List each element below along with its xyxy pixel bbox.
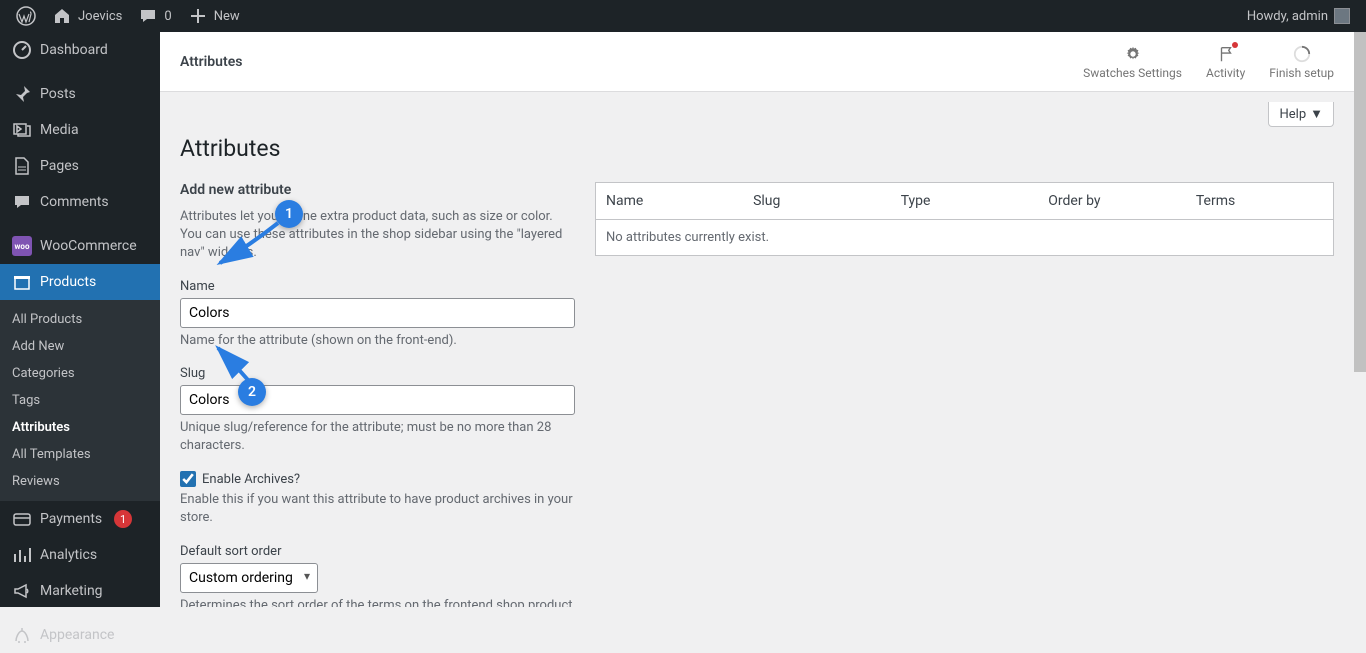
- submenu-all-products[interactable]: All Products: [0, 306, 160, 333]
- menu-pages[interactable]: Pages: [0, 148, 160, 184]
- help-tab[interactable]: Help ▼: [1268, 102, 1334, 127]
- menu-appearance[interactable]: Appearance: [0, 617, 160, 653]
- submenu-products: All Products Add New Categories Tags Att…: [0, 300, 160, 501]
- submenu-add-new[interactable]: Add New: [0, 333, 160, 360]
- avatar: [1334, 8, 1350, 24]
- menu-analytics[interactable]: Analytics: [0, 537, 160, 573]
- menu-payments[interactable]: Payments 1: [0, 501, 160, 537]
- menu-label: Appearance: [40, 627, 114, 643]
- site-link[interactable]: Joevics: [44, 0, 130, 32]
- scrollbar[interactable]: [1354, 32, 1366, 607]
- main-content: Attributes Swatches Settings Activity: [160, 32, 1354, 607]
- media-icon: [12, 120, 32, 140]
- admin-bar: Joevics 0 New Howdy, admin: [0, 0, 1366, 32]
- swatches-settings-button[interactable]: Swatches Settings: [1083, 44, 1182, 80]
- menu-media[interactable]: Media: [0, 112, 160, 148]
- submenu-all-templates[interactable]: All Templates: [0, 441, 160, 468]
- pin-icon: [12, 84, 32, 104]
- action-label: Swatches Settings: [1083, 66, 1182, 80]
- activity-button[interactable]: Activity: [1206, 44, 1245, 80]
- payments-badge: 1: [114, 510, 132, 528]
- wp-logo[interactable]: [8, 0, 44, 32]
- analytics-icon: [12, 545, 32, 565]
- marketing-icon: [12, 581, 32, 601]
- action-label: Finish setup: [1269, 66, 1334, 80]
- th-slug: Slug: [743, 183, 891, 220]
- topbar-title: Attributes: [180, 54, 242, 70]
- new-label: New: [214, 9, 240, 24]
- dashboard-icon: [12, 40, 32, 60]
- empty-row: No attributes currently exist.: [596, 220, 1334, 256]
- sort-select[interactable]: Custom ordering: [180, 563, 318, 593]
- menu-label: Analytics: [40, 547, 97, 563]
- submenu-tags[interactable]: Tags: [0, 387, 160, 414]
- admin-sidebar: Dashboard Posts Media Pages Comments woo…: [0, 32, 160, 607]
- submenu-categories[interactable]: Categories: [0, 360, 160, 387]
- home-icon: [52, 6, 72, 26]
- menu-label: Posts: [40, 86, 76, 102]
- menu-label: Payments: [40, 511, 102, 527]
- slug-label: Slug: [180, 366, 575, 381]
- archives-checkbox[interactable]: [180, 471, 196, 487]
- woo-icon: woo: [12, 236, 32, 256]
- wordpress-icon: [16, 6, 36, 26]
- th-orderby: Order by: [1038, 183, 1186, 220]
- sort-hint: Determines the sort order of the terms o…: [180, 597, 575, 608]
- flag-icon: [1216, 44, 1236, 64]
- scrollbar-thumb[interactable]: [1354, 32, 1366, 372]
- plus-icon: [188, 6, 208, 26]
- name-input[interactable]: [180, 298, 575, 328]
- menu-label: Pages: [40, 158, 79, 174]
- form-section-title: Add new attribute: [180, 182, 575, 198]
- attributes-table: Name Slug Type Order by Terms No attribu…: [595, 182, 1334, 256]
- menu-dashboard[interactable]: Dashboard: [0, 32, 160, 68]
- menu-label: Marketing: [40, 583, 103, 599]
- menu-label: Media: [40, 122, 79, 138]
- howdy-text: Howdy, admin: [1247, 9, 1328, 24]
- menu-posts[interactable]: Posts: [0, 76, 160, 112]
- comments-count: 0: [164, 9, 171, 24]
- progress-icon: [1292, 44, 1312, 64]
- th-name: Name: [596, 183, 744, 220]
- appearance-icon: [12, 625, 32, 645]
- slug-hint: Unique slug/reference for the attribute;…: [180, 419, 575, 455]
- gear-icon: [1123, 44, 1143, 64]
- products-icon: [12, 272, 32, 292]
- menu-woocommerce[interactable]: woo WooCommerce: [0, 228, 160, 264]
- menu-comments[interactable]: Comments: [0, 184, 160, 220]
- page-title: Attributes: [180, 135, 1334, 162]
- chevron-down-icon: ▼: [1310, 106, 1323, 122]
- form-section-desc: Attributes let you define extra product …: [180, 208, 575, 263]
- page-topbar: Attributes Swatches Settings Activity: [160, 32, 1354, 92]
- site-name: Joevics: [78, 9, 122, 24]
- comment-icon: [12, 192, 32, 212]
- pages-icon: [12, 156, 32, 176]
- add-attribute-form: Add new attribute Attributes let you def…: [180, 182, 575, 607]
- new-link[interactable]: New: [180, 0, 248, 32]
- howdy-link[interactable]: Howdy, admin: [1239, 0, 1358, 32]
- finish-setup-button[interactable]: Finish setup: [1269, 44, 1334, 80]
- archives-hint: Enable this if you want this attribute t…: [180, 491, 575, 527]
- payments-icon: [12, 509, 32, 529]
- menu-label: WooCommerce: [40, 238, 137, 254]
- action-label: Activity: [1206, 66, 1245, 80]
- th-type: Type: [891, 183, 1039, 220]
- name-hint: Name for the attribute (shown on the fro…: [180, 332, 575, 350]
- comments-link[interactable]: 0: [130, 0, 179, 32]
- submenu-reviews[interactable]: Reviews: [0, 468, 160, 495]
- help-label: Help: [1279, 107, 1306, 122]
- menu-label: Dashboard: [40, 42, 108, 58]
- th-terms: Terms: [1186, 183, 1334, 220]
- menu-label: Products: [40, 274, 96, 290]
- attributes-table-wrap: Name Slug Type Order by Terms No attribu…: [595, 182, 1334, 607]
- menu-products[interactable]: Products: [0, 264, 160, 300]
- menu-marketing[interactable]: Marketing: [0, 573, 160, 609]
- name-label: Name: [180, 279, 575, 294]
- archives-label: Enable Archives?: [202, 472, 300, 487]
- sort-label: Default sort order: [180, 544, 575, 559]
- menu-label: Comments: [40, 194, 109, 210]
- slug-input[interactable]: [180, 385, 575, 415]
- comment-icon: [138, 6, 158, 26]
- submenu-attributes[interactable]: Attributes: [0, 414, 160, 441]
